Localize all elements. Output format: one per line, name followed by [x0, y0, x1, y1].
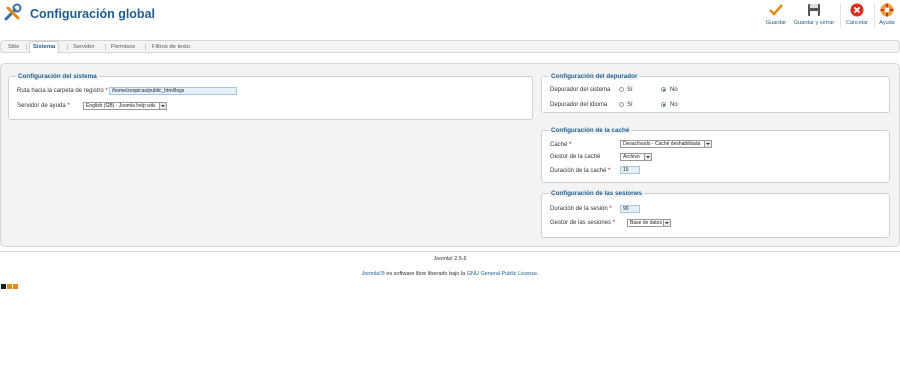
tab-separator	[145, 44, 146, 50]
field-label: Gestor de la caché	[550, 154, 601, 160]
debug-system-no-radio[interactable]	[661, 87, 666, 92]
field-label: Servidor de ayuda *	[17, 103, 70, 109]
cache-select[interactable]: Desactivado - Caché deshabilitada	[620, 140, 712, 148]
cancel-button[interactable]: Cancelar	[843, 3, 871, 29]
field-label: Ruta hacia la carpeta de registro *	[17, 88, 108, 94]
debug-language-yes-radio[interactable]	[619, 102, 624, 107]
log-path-input[interactable]: /home/zoopicas/public_html/logs	[109, 87, 237, 95]
footer-divider	[0, 251, 900, 252]
tab-servidor[interactable]: Servidor	[70, 42, 98, 52]
radio-label: Sí	[627, 102, 633, 108]
save-button[interactable]: Guardar	[762, 3, 790, 29]
fieldset-legend: Configuración del depurador	[549, 73, 640, 80]
checkmark-icon	[769, 4, 783, 16]
logo-square	[7, 284, 12, 289]
chevron-down-icon	[663, 220, 670, 226]
cancel-icon	[850, 3, 864, 17]
field-label: Duración de la caché *	[550, 168, 611, 174]
version-text: Joomla! 2.5.6	[433, 256, 467, 262]
header: Configuración global Guardar Guardar y c…	[0, 0, 900, 30]
debug-settings-fieldset: Configuración del depurador Depurador de…	[541, 73, 890, 113]
help-button[interactable]: Ayuda	[876, 3, 898, 29]
gpl-link[interactable]: GNU General Public License	[467, 271, 537, 277]
field-label: Depurador del idioma	[550, 102, 608, 108]
tab-sistema[interactable]: Sistema	[29, 41, 60, 53]
session-settings-fieldset: Configuración de las sesiones Duración d…	[541, 190, 890, 238]
field-label: Gestor de las sesiones *	[550, 220, 616, 226]
chevron-down-icon	[159, 103, 166, 109]
page-title: Configuración global	[30, 7, 155, 21]
logo-square	[13, 284, 18, 289]
fieldset-legend: Configuración de la caché	[549, 127, 632, 134]
cache-handler-select[interactable]: Archivo	[620, 153, 652, 161]
chevron-down-icon	[704, 141, 711, 147]
help-server-select[interactable]: English (GB) - Joomla help wiki	[83, 102, 167, 110]
tab-separator	[26, 44, 27, 50]
session-lifetime-input[interactable]: 90	[620, 205, 640, 213]
license-text: Joomla!® es software libre liberado bajo…	[361, 271, 539, 277]
tools-icon	[4, 3, 22, 21]
debug-language-no-radio[interactable]	[661, 102, 666, 107]
radio-label: No	[670, 87, 678, 93]
tab-bar: Sitio Sistema Servidor Permisos Filtros …	[0, 40, 900, 53]
fieldset-legend: Configuración del sistema	[16, 73, 99, 80]
toolbar-separator	[874, 3, 875, 27]
debug-system-yes-radio[interactable]	[619, 87, 624, 92]
session-handler-select[interactable]: Base de datos	[627, 219, 671, 227]
toolbar-separator	[840, 3, 841, 27]
joomla-link[interactable]: Joomla!®	[361, 271, 384, 277]
radio-label: Sí	[627, 87, 633, 93]
tab-filtros[interactable]: Filtros de texto	[149, 42, 193, 52]
chevron-down-icon	[644, 154, 651, 160]
main-panel: Configuración del sistema Ruta hacia la …	[0, 63, 900, 247]
system-settings-fieldset: Configuración del sistema Ruta hacia la …	[8, 73, 533, 120]
save-close-button[interactable]: Guardar y cerrar	[792, 3, 836, 29]
floppy-disk-icon	[808, 4, 820, 16]
cache-settings-fieldset: Configuración de la caché Caché * Desact…	[541, 127, 890, 183]
cache-time-input[interactable]: 15	[620, 166, 640, 174]
field-label: Depurador del sistema	[550, 87, 611, 93]
lifebuoy-icon	[880, 3, 894, 17]
field-label: Caché *	[550, 142, 572, 148]
fieldset-legend: Configuración de las sesiones	[549, 190, 644, 197]
tab-sitio[interactable]: Sitio	[5, 42, 22, 52]
field-label: Duración de la sesión *	[550, 206, 612, 212]
tab-permisos[interactable]: Permisos	[108, 42, 138, 52]
tab-separator	[67, 44, 68, 50]
tab-separator	[105, 44, 106, 50]
logo-square	[1, 284, 6, 289]
radio-label: No	[670, 102, 678, 108]
